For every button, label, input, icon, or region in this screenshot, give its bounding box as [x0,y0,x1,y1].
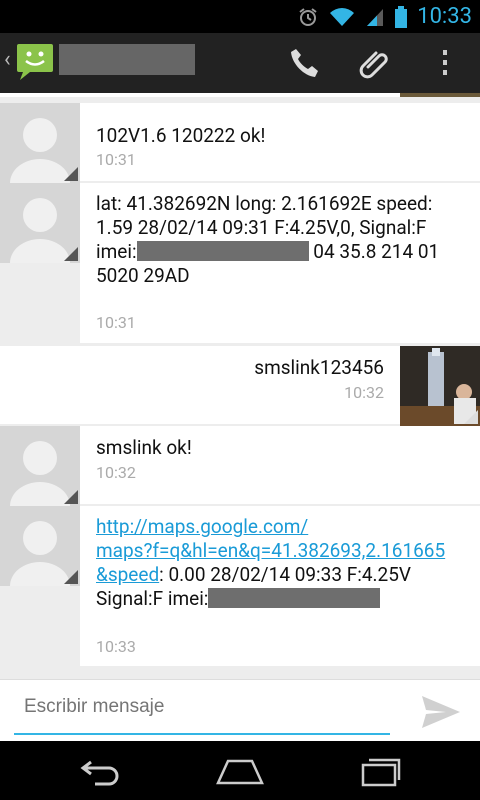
alarm-icon [299,7,317,26]
compose-bar [0,679,480,742]
contact-name-redacted [59,44,195,75]
own-avatar [400,93,480,97]
battery-icon [395,5,408,28]
imei-label: Signal:F imei: [96,587,209,610]
message-text: 102V1.6 120222 ok! [96,124,266,147]
nav-recents-button[interactable] [357,751,405,791]
message-line: 1.59 28/02/14 09:31 F:4.25V,0, Signal:F [96,216,427,239]
contact-avatar[interactable] [0,426,80,506]
home-icon [216,759,264,785]
message-text: smslink ok! [96,436,192,459]
nav-home-button[interactable] [216,751,264,791]
message-text: lat: 41.382692N long: 2.161692E speed: 1… [96,192,470,288]
message-time: 10:33 [96,637,136,656]
recents-icon [361,758,401,787]
message-time: 10:32 [96,463,136,482]
message-line: &speed: 0.00 28/02/14 09:33 F:4.25V [96,563,470,587]
maps-link[interactable]: http://maps.google.com/ [96,515,308,538]
overflow-menu-button[interactable] [423,41,467,85]
message-item[interactable]: lat: 41.382692N long: 2.161692E speed: 1… [0,183,480,345]
message-text: http://maps.google.com/ maps?f=q&hl=en&q… [96,515,470,611]
message-item[interactable]: smslink123456 10:32 [0,346,480,426]
action-bar: ‹ [0,33,480,93]
contact-avatar[interactable] [0,103,80,183]
up-chevron-icon[interactable]: ‹ [4,47,11,72]
wifi-icon [330,7,355,26]
more-vertical-icon [443,50,447,75]
message-text: smslink123456 [254,356,384,379]
contact-avatar[interactable] [0,183,80,263]
call-button[interactable] [283,41,327,85]
message-fragment: 04 35.8 214 01 [308,240,440,263]
maps-link[interactable]: &speed [96,563,159,586]
status-icons: 10:33 [297,0,472,33]
imei-redacted [208,588,381,608]
paperclip-icon [359,51,388,79]
signal-icon [367,8,384,26]
message-bubble [0,93,400,97]
contact-avatar[interactable] [0,506,80,586]
message-fragment: : 0.00 28/02/14 09:33 F:4.25V [159,563,411,586]
message-item[interactable]: http://maps.google.com/ maps?f=q&hl=en&q… [0,506,480,668]
navigation-bar [0,741,480,800]
messaging-app-icon[interactable] [15,41,55,81]
message-input[interactable] [14,690,410,724]
message-item[interactable]: smslink ok! 10:32 [0,426,480,506]
send-icon[interactable] [420,692,462,732]
phone-icon [291,49,318,77]
back-icon [80,760,119,786]
input-underline [14,733,390,735]
nav-back-button[interactable] [76,751,124,791]
message-time: 10:31 [96,150,136,169]
message-item [0,93,480,101]
message-time: 10:32 [344,383,384,402]
status-bar: 10:33 [0,0,480,33]
maps-link[interactable]: maps?f=q&hl=en&q=41.382693,2.161665 [96,539,445,562]
message-line: imei: 04 35.8 214 01 [96,240,470,264]
conversation-list[interactable]: 102V1.6 120222 ok! 10:31 lat: 41.382692N… [0,93,480,679]
imei-label: imei: [96,240,137,263]
attach-button[interactable] [354,41,398,85]
message-item[interactable]: 102V1.6 120222 ok! 10:31 [0,103,480,183]
own-avatar[interactable] [400,346,480,426]
imei-redacted [136,241,309,261]
status-time: 10:33 [417,4,472,29]
message-line: lat: 41.382692N long: 2.161692E speed: [96,192,433,215]
message-line: 5020 29AD [96,264,190,287]
message-line: Signal:F imei: [96,587,470,611]
message-time: 10:31 [96,313,136,332]
